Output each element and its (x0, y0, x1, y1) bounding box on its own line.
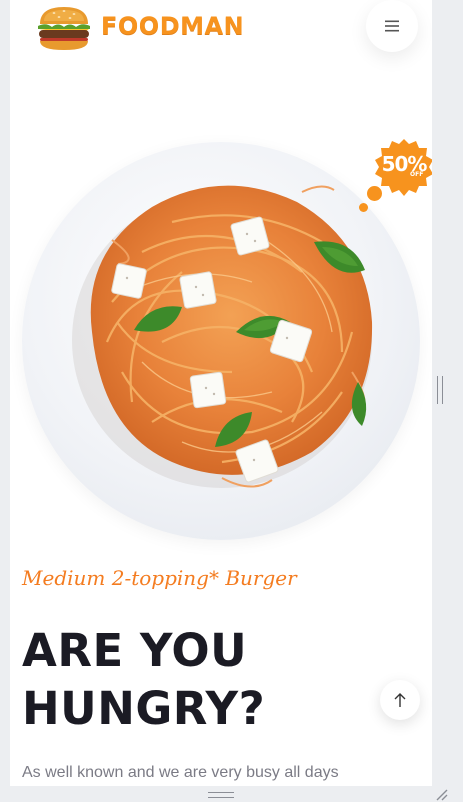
hamburger-menu-icon (385, 20, 399, 32)
hero-description: As well known and we are very busy all d… (22, 764, 339, 781)
headline-line-2: HUNGRY? (22, 682, 266, 735)
hero-headline: ARE YOU HUNGRY? (22, 622, 412, 738)
page-viewport: FOODMAN 50% OFF Medium 2-topping* Burger… (10, 0, 432, 786)
site-header: FOODMAN (10, 0, 432, 56)
horizontal-resize-handle[interactable] (208, 792, 234, 798)
corner-resize-icon[interactable] (433, 786, 449, 802)
menu-button[interactable] (366, 0, 418, 52)
badge-dot-small (359, 203, 368, 212)
arrow-up-icon (394, 693, 406, 707)
headline-line-1: ARE YOU (22, 624, 248, 677)
discount-suffix: OFF (410, 171, 424, 178)
vertical-resize-handle[interactable] (437, 376, 443, 404)
badge-dot-large (367, 186, 382, 201)
scroll-to-top-button[interactable] (380, 680, 420, 720)
brand-name[interactable]: FOODMAN (101, 12, 244, 40)
burger-icon[interactable] (34, 4, 94, 52)
spaghetti-plate-image (72, 185, 373, 488)
hero-subtitle: Medium 2-topping* Burger (22, 566, 297, 590)
